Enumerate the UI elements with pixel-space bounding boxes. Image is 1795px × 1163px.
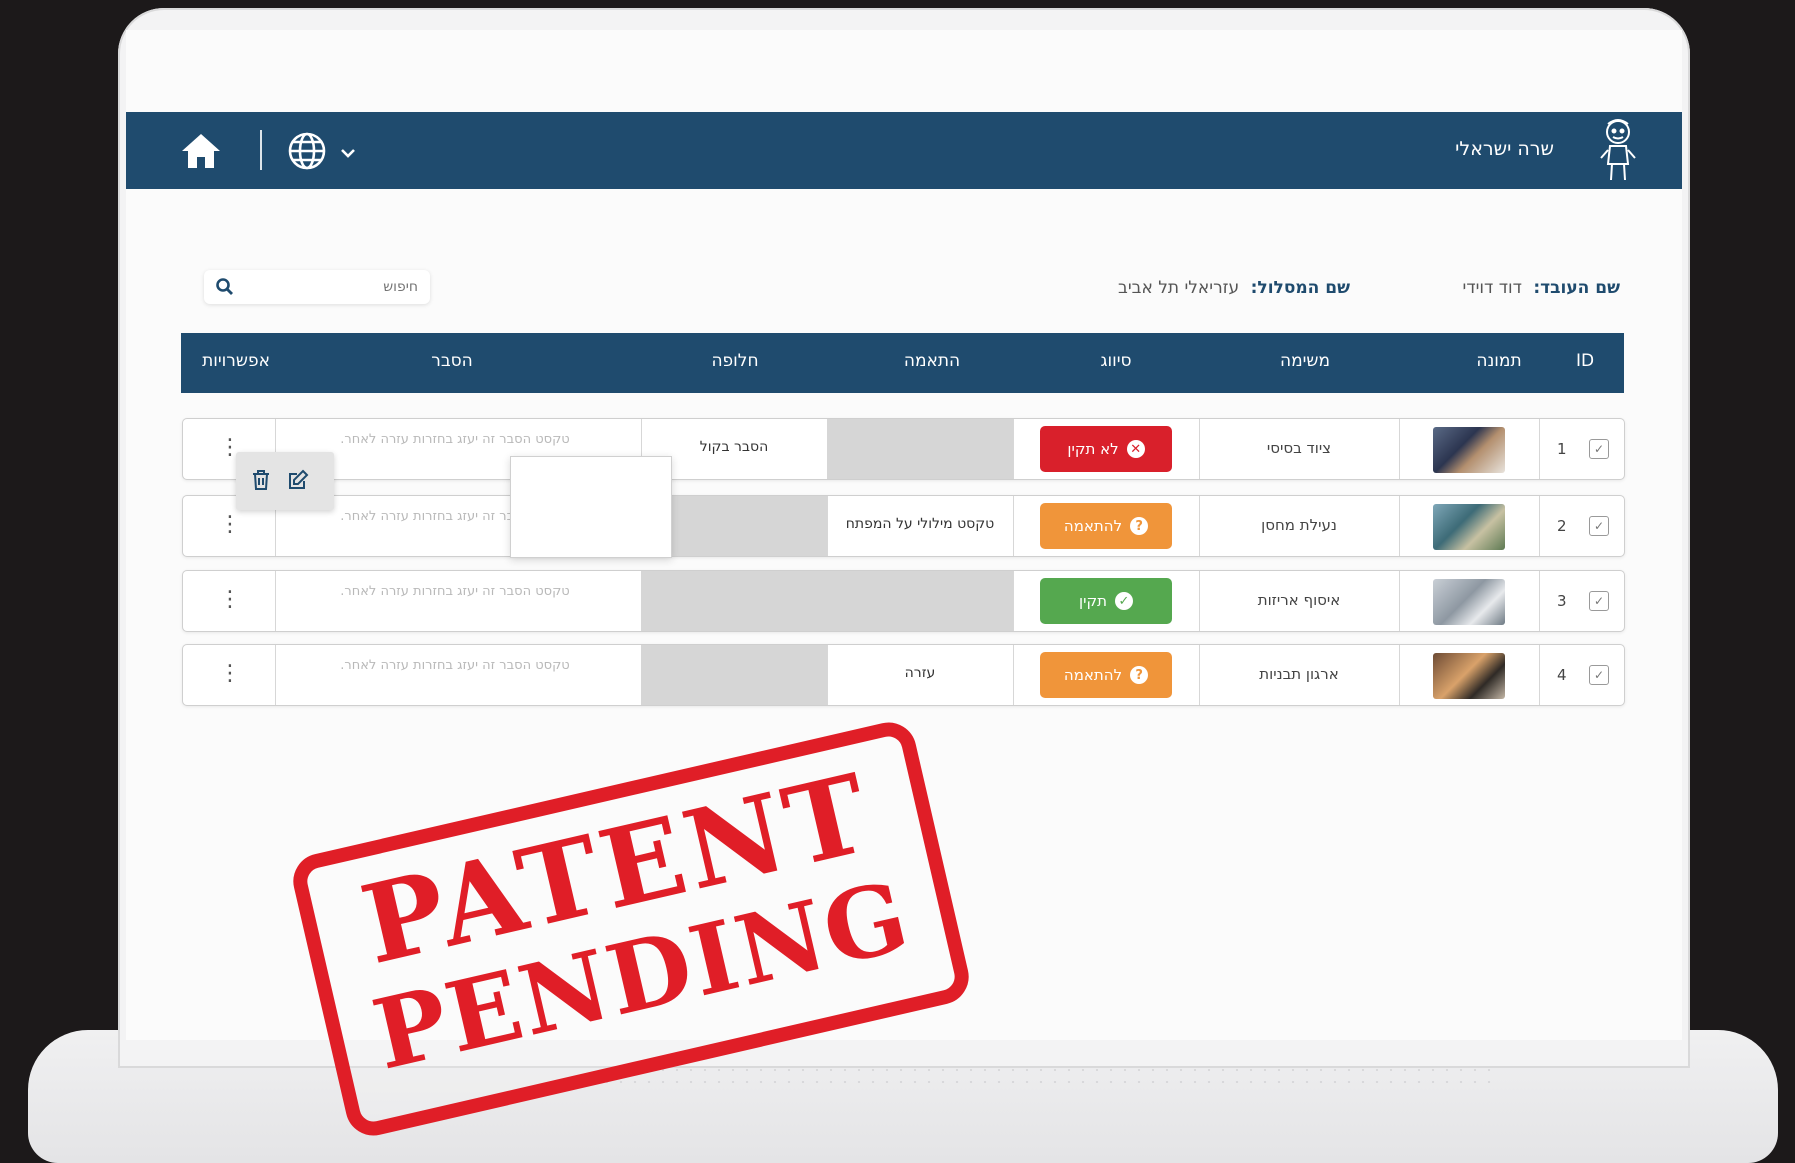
row-id: 3 bbox=[1557, 592, 1567, 610]
table-row[interactable]: ⋮ טקסט הסבר זה יעזג בחזרות עזרה לאחר. הסבר… bbox=[182, 418, 1625, 480]
home-icon[interactable] bbox=[180, 132, 222, 174]
task-name: ארגון תבניות bbox=[1259, 665, 1339, 683]
status-label: להתאמה bbox=[1063, 517, 1123, 535]
search-box[interactable] bbox=[204, 270, 430, 304]
match-text: טקסט מילולי על המפתח bbox=[845, 516, 995, 532]
table-row[interactable]: ⋮ טקסט הסבר זה יעזג בחזרות עזרה לאחר. ✓ תקי… bbox=[182, 570, 1625, 632]
options-cell: ⋮ bbox=[183, 645, 276, 705]
id-cell: 4 ✓ bbox=[1539, 645, 1624, 705]
col-task[interactable]: משימה bbox=[1280, 351, 1330, 371]
search-icon[interactable] bbox=[216, 278, 234, 300]
table-row[interactable]: ⋮ טקסט הסבר זה יעזג בחזרות עזרה לאחר. עזרה… bbox=[182, 644, 1625, 706]
user-name: שרה ישראלי bbox=[1455, 138, 1554, 160]
status-label: תקין bbox=[1079, 592, 1107, 610]
table-header: ID תמונה משימה סיווג התאמה חלופה הסבר אפ… bbox=[181, 333, 1624, 393]
alternative-text: הסבר בקול bbox=[699, 439, 769, 455]
id-cell: 1 ✓ bbox=[1539, 419, 1624, 479]
id-cell: 3 ✓ bbox=[1539, 571, 1624, 631]
id-cell: 2 ✓ bbox=[1539, 496, 1624, 556]
row-id: 2 bbox=[1557, 517, 1567, 535]
explanation-cell: טקסט הסבר זה יעזג בחזרות עזרה לאחר. bbox=[275, 645, 642, 705]
match-text: עזרה bbox=[904, 665, 936, 681]
worker-info: שם העובד: דוד דוידי bbox=[1463, 278, 1620, 298]
row-id: 4 bbox=[1557, 666, 1567, 684]
explanation-text: טקסט הסבר זה יעזג בחזרות עזרה לאחר. bbox=[340, 658, 570, 673]
status-label: להתאמה bbox=[1063, 666, 1123, 684]
image-cell bbox=[1399, 645, 1540, 705]
task-cell: ארגון תבניות bbox=[1199, 645, 1400, 705]
explanation-text: טקסט הסבר זה יעזג בחזרות עזרה לאחר. bbox=[340, 584, 570, 599]
task-name: נעילת מחסן bbox=[1261, 516, 1337, 534]
match-cell[interactable] bbox=[827, 571, 1014, 631]
task-cell: ציוד בסיסי bbox=[1199, 419, 1400, 479]
explanation-cell: טקסט הסבר זה יעזג בחזרות עזרה לאחר. bbox=[275, 571, 642, 631]
match-cell[interactable] bbox=[827, 419, 1014, 479]
route-value: עזריאלי תל אביב bbox=[1117, 278, 1240, 298]
blank-popover bbox=[510, 456, 672, 558]
avatar-icon[interactable] bbox=[1598, 118, 1638, 188]
table-row[interactable]: ⋮ טקסט הסבר זה יעזג בחזרות עזרה לאחר. טקסט… bbox=[182, 495, 1625, 557]
status-icon: ✓ bbox=[1114, 592, 1133, 610]
explanation-text: טקסט הסבר זה יעזג בחזרות עזרה לאחר. bbox=[340, 432, 570, 447]
top-navbar: שרה ישראלי bbox=[126, 112, 1682, 189]
kebab-menu-icon[interactable]: ⋮ bbox=[219, 514, 241, 536]
row-checkbox[interactable]: ✓ bbox=[1589, 516, 1609, 536]
row-checkbox[interactable]: ✓ bbox=[1589, 665, 1609, 685]
status-icon: ✕ bbox=[1126, 440, 1145, 458]
image-cell bbox=[1399, 571, 1540, 631]
status-badge[interactable]: ? להתאמה bbox=[1040, 652, 1172, 698]
row-actions-popup bbox=[236, 452, 334, 510]
delete-icon[interactable] bbox=[250, 468, 272, 496]
status-icon: ? bbox=[1130, 666, 1149, 684]
col-options[interactable]: אפשרויות bbox=[202, 351, 270, 371]
task-name: איסוף אריזות bbox=[1257, 591, 1341, 609]
worker-value: דוד דוידי bbox=[1462, 278, 1522, 298]
status-cell: ✓ תקין bbox=[1013, 571, 1200, 631]
col-explanation[interactable]: הסבר bbox=[431, 351, 473, 371]
row-checkbox[interactable]: ✓ bbox=[1589, 591, 1609, 611]
col-status[interactable]: סיווג bbox=[1100, 351, 1131, 371]
route-info: שם המסלול: עזריאלי תל אביב bbox=[1118, 278, 1350, 298]
task-cell: נעילת מחסן bbox=[1199, 496, 1400, 556]
col-id[interactable]: ID bbox=[1576, 351, 1594, 371]
task-name: ציוד בסיסי bbox=[1266, 439, 1332, 457]
status-cell: ? להתאמה bbox=[1013, 496, 1200, 556]
globe-icon[interactable] bbox=[286, 130, 328, 176]
task-photo[interactable] bbox=[1433, 653, 1505, 699]
kebab-menu-icon[interactable]: ⋮ bbox=[219, 589, 241, 611]
task-cell: איסוף אריזות bbox=[1199, 571, 1400, 631]
status-cell: ✕ לא תקין bbox=[1013, 419, 1200, 479]
image-cell bbox=[1399, 496, 1540, 556]
search-input[interactable] bbox=[246, 274, 420, 300]
header-divider bbox=[260, 130, 262, 170]
task-photo[interactable] bbox=[1433, 579, 1505, 625]
status-badge[interactable]: ✕ לא תקין bbox=[1040, 426, 1172, 472]
image-cell bbox=[1399, 419, 1540, 479]
status-icon: ? bbox=[1130, 517, 1149, 535]
kebab-menu-icon[interactable]: ⋮ bbox=[219, 663, 241, 685]
row-checkbox[interactable]: ✓ bbox=[1589, 439, 1609, 459]
col-match[interactable]: התאמה bbox=[904, 351, 960, 371]
col-alternative[interactable]: חלופה bbox=[711, 351, 758, 371]
alternative-cell[interactable] bbox=[641, 571, 828, 631]
worker-label: שם העובד: bbox=[1533, 278, 1620, 298]
alternative-cell[interactable] bbox=[641, 645, 828, 705]
route-label: שם המסלול: bbox=[1250, 278, 1350, 298]
options-cell: ⋮ bbox=[183, 571, 276, 631]
chevron-down-icon[interactable] bbox=[340, 144, 356, 163]
status-label: לא תקין bbox=[1067, 440, 1119, 458]
col-image[interactable]: תמונה bbox=[1476, 351, 1521, 371]
task-photo[interactable] bbox=[1433, 427, 1505, 473]
status-cell: ? להתאמה bbox=[1013, 645, 1200, 705]
task-photo[interactable] bbox=[1433, 504, 1505, 550]
status-badge[interactable]: ? להתאמה bbox=[1040, 503, 1172, 549]
match-cell[interactable]: עזרה bbox=[827, 645, 1014, 705]
status-badge[interactable]: ✓ תקין bbox=[1040, 578, 1172, 624]
row-id: 1 bbox=[1557, 440, 1567, 458]
match-cell[interactable]: טקסט מילולי על המפתח bbox=[827, 496, 1014, 556]
edit-icon[interactable] bbox=[286, 468, 310, 496]
